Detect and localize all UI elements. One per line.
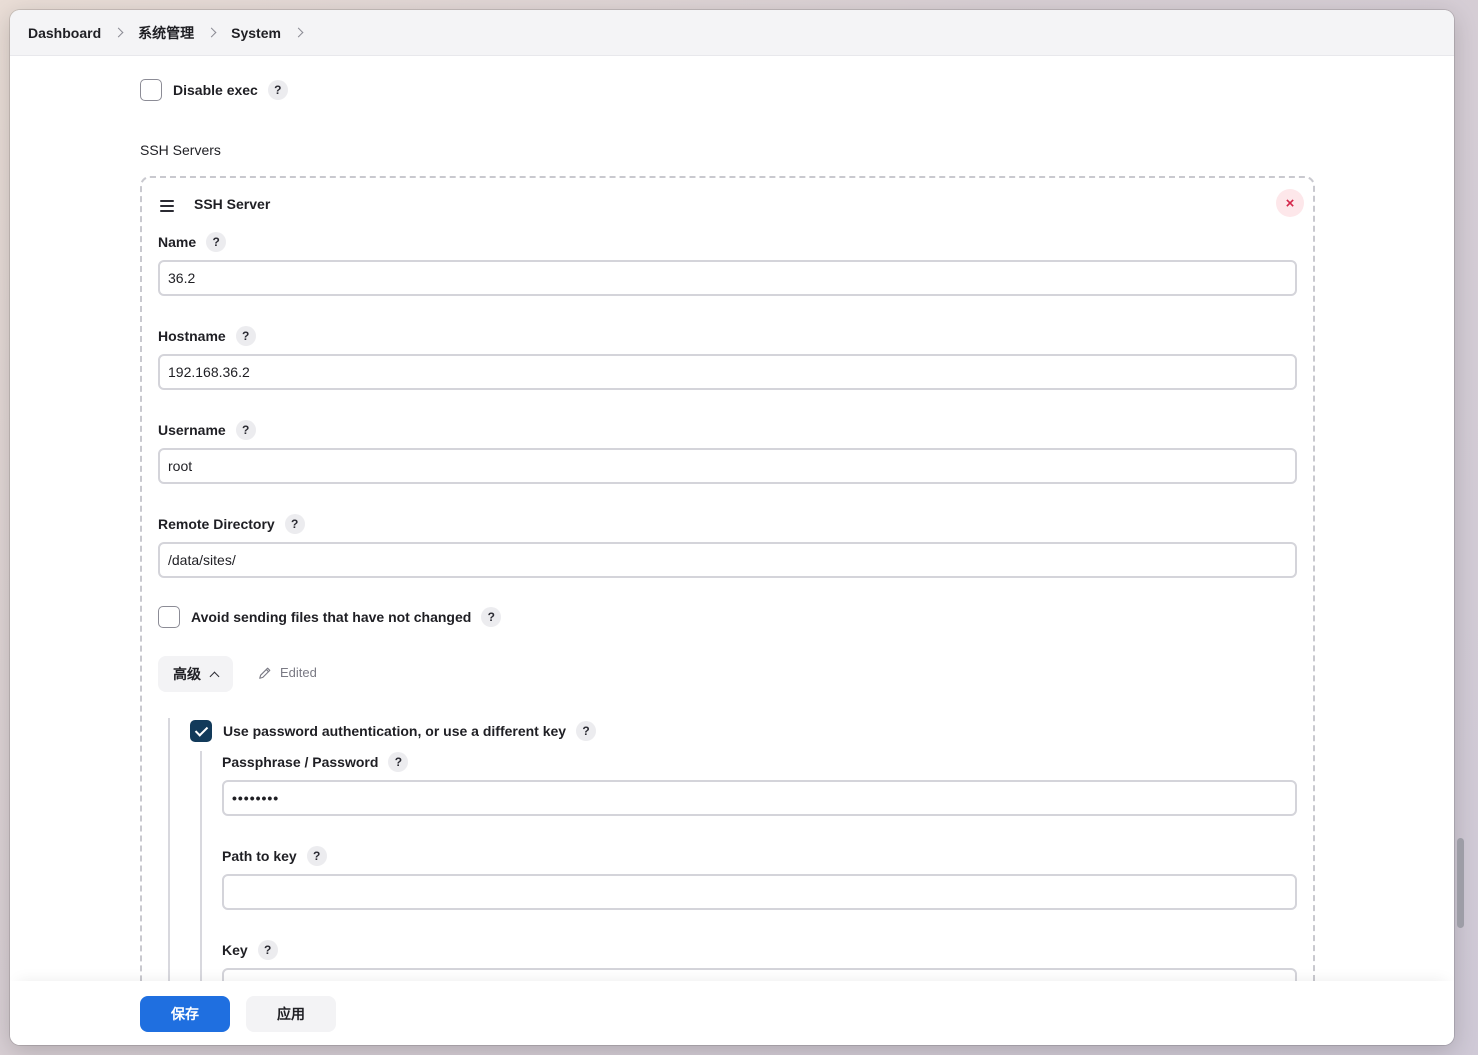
use-password-checkbox[interactable] bbox=[190, 720, 212, 742]
ssh-server-card: SSH Server × Name ? Hostname ? Username … bbox=[140, 176, 1315, 991]
help-icon[interactable]: ? bbox=[388, 752, 409, 772]
name-input[interactable] bbox=[158, 260, 1297, 296]
chevron-right-icon bbox=[206, 27, 217, 38]
name-label: Name bbox=[158, 234, 197, 250]
remote-directory-label-row: Remote Directory ? bbox=[158, 514, 305, 534]
key-label: Key bbox=[222, 942, 248, 958]
disable-exec-row: Disable exec ? bbox=[140, 79, 288, 101]
use-password-row: Use password authentication, or use a di… bbox=[190, 720, 597, 742]
breadcrumb-item-dashboard[interactable]: Dashboard bbox=[28, 25, 138, 41]
help-icon[interactable]: ? bbox=[235, 326, 256, 346]
password-section-line bbox=[200, 751, 202, 991]
ssh-servers-title: SSH Servers bbox=[140, 142, 221, 158]
username-label: Username bbox=[158, 422, 226, 438]
remote-directory-label: Remote Directory bbox=[158, 516, 275, 532]
apply-button[interactable]: 应用 bbox=[246, 996, 336, 1032]
help-icon[interactable]: ? bbox=[576, 721, 597, 741]
username-label-row: Username ? bbox=[158, 420, 256, 440]
advanced-label: 高级 bbox=[173, 666, 201, 682]
help-icon[interactable]: ? bbox=[206, 232, 227, 252]
avoid-sending-checkbox[interactable] bbox=[158, 606, 180, 628]
remove-server-button[interactable]: × bbox=[1276, 189, 1304, 217]
passphrase-label-row: Passphrase / Password ? bbox=[222, 752, 409, 772]
main-content: Disable exec ? SSH Servers SSH Server × … bbox=[10, 56, 1454, 991]
use-password-label[interactable]: Use password authentication, or use a di… bbox=[223, 723, 566, 739]
hostname-label-row: Hostname ? bbox=[158, 326, 256, 346]
drag-handle-icon[interactable] bbox=[160, 200, 174, 215]
path-to-key-input[interactable] bbox=[222, 874, 1297, 910]
avoid-sending-label[interactable]: Avoid sending files that have not change… bbox=[191, 609, 471, 625]
advanced-toggle-button[interactable]: 高级 bbox=[158, 656, 233, 692]
help-icon[interactable]: ? bbox=[481, 607, 502, 627]
path-to-key-label-row: Path to key ? bbox=[222, 846, 327, 866]
path-to-key-label: Path to key bbox=[222, 848, 297, 864]
avoid-sending-row: Avoid sending files that have not change… bbox=[158, 606, 502, 628]
passphrase-label: Passphrase / Password bbox=[222, 754, 379, 770]
app-window: Dashboard 系统管理 System Disable exec ? SSH… bbox=[10, 10, 1454, 1045]
help-icon[interactable]: ? bbox=[284, 514, 305, 534]
chevron-right-icon bbox=[293, 27, 304, 38]
name-label-row: Name ? bbox=[158, 232, 227, 252]
breadcrumb-item-system[interactable]: System bbox=[231, 25, 318, 41]
key-label-row: Key ? bbox=[222, 940, 278, 960]
hostname-input[interactable] bbox=[158, 354, 1297, 390]
pencil-icon bbox=[259, 667, 271, 679]
help-icon[interactable]: ? bbox=[306, 846, 327, 866]
remote-directory-input[interactable] bbox=[158, 542, 1297, 578]
help-icon[interactable]: ? bbox=[235, 420, 256, 440]
ssh-server-title: SSH Server bbox=[194, 196, 271, 212]
breadcrumb: Dashboard 系统管理 System bbox=[10, 10, 1454, 56]
disable-exec-label[interactable]: Disable exec bbox=[173, 82, 258, 98]
chevron-right-icon bbox=[113, 27, 124, 38]
disable-exec-checkbox[interactable] bbox=[140, 79, 162, 101]
hostname-label: Hostname bbox=[158, 328, 226, 344]
footer-bar: 保存 应用 bbox=[10, 981, 1454, 1045]
username-input[interactable] bbox=[158, 448, 1297, 484]
save-button[interactable]: 保存 bbox=[140, 996, 230, 1032]
breadcrumb-item-system-management[interactable]: 系统管理 bbox=[138, 23, 231, 43]
scrollbar-thumb[interactable] bbox=[1457, 838, 1464, 928]
help-icon[interactable]: ? bbox=[257, 940, 278, 960]
passphrase-input[interactable]: •••••••• bbox=[222, 780, 1297, 816]
edited-indicator: Edited bbox=[258, 665, 317, 680]
advanced-section-line bbox=[168, 718, 170, 991]
edited-label: Edited bbox=[280, 665, 317, 680]
chevron-up-icon bbox=[209, 671, 220, 681]
help-icon[interactable]: ? bbox=[267, 80, 288, 100]
